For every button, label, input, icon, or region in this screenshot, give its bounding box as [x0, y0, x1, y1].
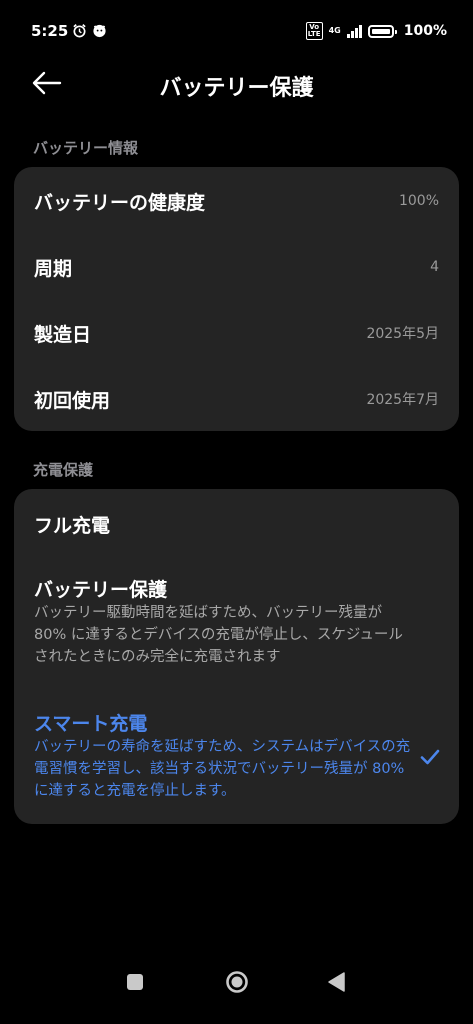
option-title: フル充電: [34, 515, 111, 537]
battery-percent: 100%: [403, 23, 447, 39]
row-cycle-count[interactable]: 周期 4: [34, 251, 439, 283]
back-triangle-icon[interactable]: [326, 971, 346, 993]
home-circle-icon[interactable]: [225, 970, 249, 994]
row-value: 2025年7月: [366, 392, 439, 408]
row-label: 製造日: [34, 323, 92, 346]
section-title-charging-protection: 充電保護: [33, 461, 94, 479]
row-value: 100%: [398, 193, 439, 209]
volte-icon: Vo LTE: [305, 22, 323, 40]
app-header: バッテリー保護: [0, 60, 473, 108]
recents-square-icon[interactable]: [127, 974, 143, 990]
check-icon: [420, 749, 440, 765]
signal-icon: [346, 24, 362, 38]
section-title-battery-info: バッテリー情報: [33, 139, 139, 157]
row-first-use[interactable]: 初回使用 2025年7月: [34, 383, 439, 415]
alarm-icon: [73, 24, 86, 38]
row-label: バッテリーの健康度: [34, 191, 206, 214]
network-type: 4G: [328, 26, 341, 35]
battery-info-card: バッテリーの健康度 100% 周期 4 製造日 2025年5月 初回使用 202…: [14, 167, 459, 431]
option-title: バッテリー保護: [34, 579, 168, 601]
row-battery-health[interactable]: バッテリーの健康度 100%: [34, 185, 439, 217]
option-title: スマート充電: [34, 713, 148, 735]
navigation-bar: [0, 960, 473, 1024]
battery-icon: [367, 24, 397, 38]
charging-protection-card: フル充電 バッテリー保護 バッテリー駆動時間を延ばすため、バッテリー残量が 80…: [14, 489, 459, 824]
page-title: バッテリー保護: [159, 76, 314, 101]
status-indicators: Vo LTE 4G 100%: [305, 22, 447, 40]
status-time: 5:25: [31, 22, 69, 40]
row-label: 周期: [34, 257, 73, 280]
row-value: 4: [430, 259, 439, 275]
option-description: バッテリー駆動時間を延ばすため、バッテリー残量が 80% に達するとデバイスの充…: [34, 605, 403, 665]
option-description: バッテリーの寿命を延ばすため、システムはデバイスの充電習慣を学習し、該当する状況…: [34, 739, 411, 799]
row-value: 2025年5月: [366, 326, 439, 342]
row-manufacture-date[interactable]: 製造日 2025年5月: [34, 317, 439, 349]
row-label: 初回使用: [34, 389, 111, 412]
notification-app-icon: [93, 24, 106, 38]
status-bar: 5:25 Vo LTE 4G 100%: [0, 0, 473, 64]
